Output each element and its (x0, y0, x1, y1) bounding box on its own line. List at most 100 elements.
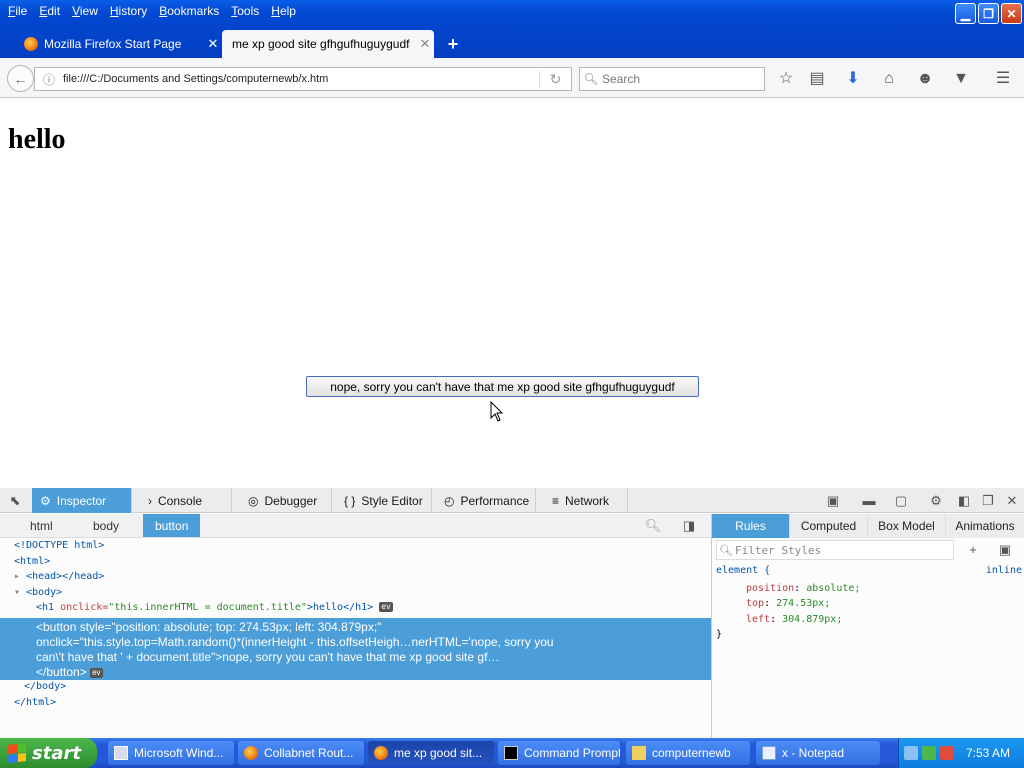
tab-box-model[interactable]: Box Model (868, 514, 946, 538)
info-icon[interactable]: ⓘ (35, 71, 63, 88)
menu-tools[interactable]: Tools (225, 4, 265, 18)
search-markup-icon[interactable]: 🔍︎ (644, 517, 662, 535)
search-bar[interactable]: 🔍︎ Search (579, 67, 765, 91)
undock-icon[interactable]: ❐ (979, 492, 997, 510)
tab-label: Mozilla Firefox Start Page (44, 37, 182, 51)
restore-icon: ❐ (983, 6, 994, 21)
system-tray: 7:53 AM (898, 738, 1024, 768)
search-input[interactable]: Search (602, 72, 640, 86)
menu-view[interactable]: View (66, 4, 104, 18)
taskbar-item-firefox-active[interactable]: me xp good sit... (368, 741, 494, 765)
task-label: me xp good sit... (394, 746, 483, 760)
tab-close-icon[interactable]: ✕ (416, 36, 434, 52)
shield-tray-icon[interactable] (939, 746, 954, 760)
event-badge[interactable]: ev (90, 667, 103, 678)
event-badge[interactable]: ev (379, 602, 393, 612)
taskbar-item-folder[interactable]: computernewb (626, 741, 750, 765)
rule-prop-position[interactable]: position: absolute; (716, 581, 1022, 596)
tab-console[interactable]: › Console (140, 488, 232, 513)
new-tab-button[interactable]: + (444, 34, 462, 54)
minimize-button[interactable]: ▁ (955, 3, 976, 24)
download-icon[interactable]: ⬇ (841, 69, 865, 89)
tab-close-icon[interactable]: ✕ (204, 36, 222, 52)
breadcrumb-button[interactable]: button (143, 514, 201, 537)
menu-history[interactable]: History (104, 4, 153, 18)
close-icon: ✕ (1006, 6, 1017, 21)
tab-active-site[interactable]: me xp good site gfhgufhuguygudf ✕ (222, 30, 434, 58)
breadcrumb-body[interactable]: body (93, 514, 119, 537)
bookmark-star-icon[interactable]: ☆ (774, 69, 798, 89)
tab-style-editor[interactable]: { } Style Editor (336, 488, 432, 513)
url-bar[interactable]: ⓘ file:///C:/Documents and Settings/comp… (34, 67, 572, 91)
maximize-button[interactable]: ❐ (978, 3, 999, 24)
expand-arrow-icon[interactable]: ▸ (14, 571, 26, 582)
markup-body-close[interactable]: </body> (0, 681, 711, 692)
tab-rules[interactable]: Rules (712, 514, 790, 538)
tab-debugger[interactable]: ◎ Debugger (240, 488, 332, 513)
window-icon (114, 746, 128, 760)
markup-head[interactable]: ▸ <head></head> (0, 569, 711, 585)
firefox-icon (374, 746, 388, 760)
settings-gear-icon[interactable]: ⚙ (927, 492, 945, 510)
menu-bookmarks[interactable]: Bookmarks (153, 4, 225, 18)
home-icon[interactable]: ⌂ (877, 69, 901, 89)
taskbar-item-command-prompt[interactable]: Command Prompt (498, 741, 620, 765)
url-input[interactable]: file:///C:/Documents and Settings/comput… (63, 73, 539, 85)
menu-help[interactable]: Help (265, 4, 302, 18)
toggle-pseudo-class-icon[interactable]: ▣ (996, 541, 1014, 559)
rule-prop-top[interactable]: top: 274.53px; (716, 596, 1022, 611)
taskbar-item-collabnet[interactable]: Collabnet Rout... (238, 741, 364, 765)
pocket-icon[interactable]: ▼ (949, 69, 973, 89)
hamburger-menu-icon[interactable]: ☰ (991, 69, 1015, 89)
collapse-arrow-icon[interactable]: ▾ (14, 587, 26, 598)
h1-attr-value: "this.innerHTML = document.title" (108, 602, 307, 613)
network-icon: ≡ (552, 493, 560, 508)
rule-prop-left[interactable]: left: 304.879px; (716, 612, 1022, 627)
breadcrumb-html[interactable]: html (30, 514, 53, 537)
smiley-icon[interactable]: ☻ (913, 69, 937, 89)
tab-animations[interactable]: Animations (946, 514, 1024, 538)
markup-h1[interactable]: <h1 onclick="this.innerHTML = document.t… (0, 600, 711, 616)
menu-file[interactable]: File (2, 4, 33, 18)
tab-performance[interactable]: ◴ Performance (436, 488, 536, 513)
filter-styles-input[interactable]: 🔍︎ Filter Styles (716, 540, 954, 560)
markup-body-open[interactable]: ▾ <body> (0, 585, 711, 601)
frame-select-icon[interactable]: ▣ (824, 492, 842, 510)
inspector-icon: ⚙ (40, 493, 51, 508)
tab-start-page[interactable]: Mozilla Firefox Start Page ✕ (14, 30, 222, 58)
taskbar-item-notepad[interactable]: x - Notepad (756, 741, 880, 765)
markup-html-open[interactable]: <html> (0, 554, 711, 570)
start-button[interactable]: start (0, 738, 97, 768)
terminal-icon (504, 746, 518, 760)
markup-html-close[interactable]: </html> (0, 697, 711, 708)
close-window-button[interactable]: ✕ (1001, 3, 1022, 24)
menu-edit[interactable]: Edit (33, 4, 66, 18)
dock-side-icon[interactable]: ◧ (955, 492, 973, 510)
toggle-sidebar-icon[interactable]: ◨ (680, 517, 698, 535)
mouse-cursor-icon (490, 401, 504, 422)
task-label: Collabnet Rout... (264, 746, 354, 760)
rule-source-link[interactable]: inline (978, 563, 1022, 578)
tab-inspector[interactable]: ⚙ Inspector (32, 488, 132, 513)
tab-network[interactable]: ≡ Network (544, 488, 628, 513)
task-label: Command Prompt (524, 746, 620, 760)
split-console-icon[interactable]: ▬ (860, 492, 878, 510)
tab-computed[interactable]: Computed (790, 514, 868, 538)
page-heading[interactable]: hello (8, 124, 66, 156)
responsive-design-icon[interactable]: ▢ (892, 492, 910, 510)
h1-content: >hello</h1> (306, 602, 374, 613)
head-tag: <head></head> (26, 571, 105, 582)
clock[interactable]: 7:53 AM (966, 746, 1010, 760)
add-rule-icon[interactable]: + (964, 541, 982, 559)
reading-list-icon[interactable]: ▤ (805, 69, 829, 89)
markup-doctype[interactable]: <!DOCTYPE html> (0, 538, 711, 554)
pick-element-icon[interactable]: ⬉ (6, 492, 24, 510)
selected-node[interactable]: <button style="position: absolute; top: … (0, 618, 711, 680)
network-tray-icon[interactable] (903, 746, 918, 760)
evasive-button[interactable]: nope, sorry you can't have that me xp go… (306, 376, 699, 397)
close-devtools-icon[interactable]: ✕ (1003, 492, 1021, 510)
security-tray-icon[interactable] (921, 746, 936, 760)
back-button[interactable]: ← (7, 65, 34, 92)
reload-icon[interactable]: ↻ (539, 70, 571, 88)
taskbar-item-microsoft[interactable]: Microsoft Wind... (108, 741, 234, 765)
